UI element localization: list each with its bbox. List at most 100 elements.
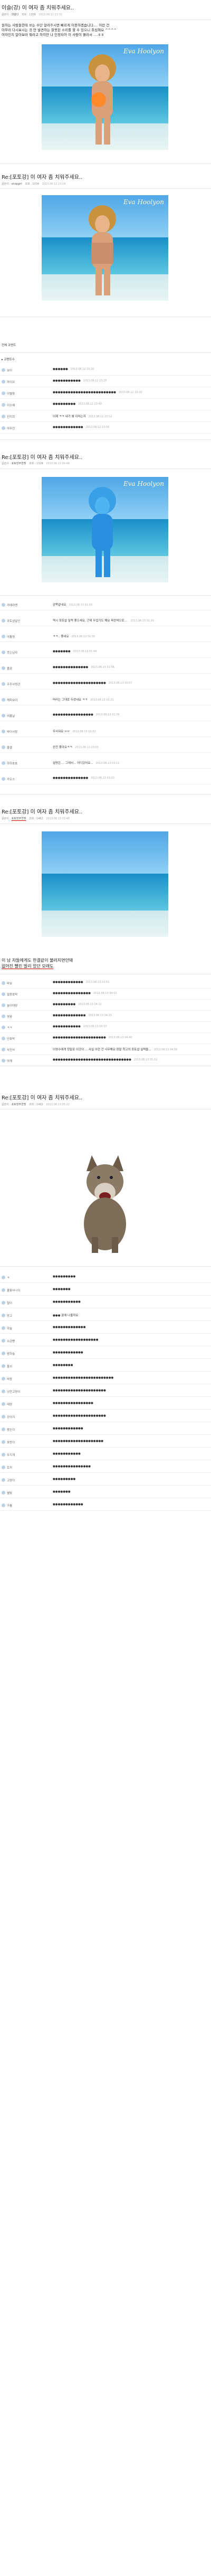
user-badge-icon [2,1453,5,1457]
user-badge-icon [2,1288,5,1292]
comment-user[interactable]: 불꽃사나이 [7,1288,20,1292]
user-badge-icon [2,1402,5,1406]
comment-user[interactable]: 호랑이 [7,1440,15,1444]
comment-user[interactable]: 보이 [7,368,12,372]
comment-date: 2013.08.13 02:52 [72,730,96,733]
reply-author[interactable]: 포토망주연맹 [12,817,26,820]
comments-sort[interactable]: ▸ 코멘트수 [2,357,15,361]
comment-user[interactable]: 밤하늘 [7,1352,15,1356]
comment-user[interactable]: 망고 [7,1314,12,1318]
comment-row: 카오스 ●●●●●●●●●●●●●● 2013.08.13 03:20 [0,773,211,784]
comment-user[interactable]: 놀이대장 [7,1003,17,1008]
reply-meta: 글쓴이 : 포토망주연맹 조회 : 1328 2013.08.13 00:48 [2,462,70,465]
comment-user[interactable]: ㅋㅋ [7,1026,12,1030]
comment-user[interactable]: 웃는남자 [7,650,17,655]
post-body-line: 여자인지 알아보라 뭐라고 하지만 나 인정되어 이 사람이 몰라서 ....ㅎ… [2,33,104,37]
reply-title[interactable]: Re:[포토강] 이 여자 좀 치워주세요.. [2,1093,82,1101]
comment-body: ●●●●●●● [53,650,71,653]
divider [0,188,211,189]
comment-user[interactable]: 카오스 [7,777,15,781]
comment-user[interactable]: 바람 [7,1377,12,1381]
comment-user[interactable]: 여름날 [7,714,15,718]
comment-user[interactable]: 하늘 [7,1326,12,1330]
reply-title[interactable]: Re:[포토강] 이 여자 좀 치워주세요.. [2,453,82,461]
comment-text: ●●●●●●●●●●●●●●●●●●●●●●●●● 2013.08.12 23:3… [53,391,142,394]
comment-user[interactable]: 단호박 [7,1037,15,1041]
comment-row: 여름날 ●●●●●●●●●●●●●●●● 2013.08.13 02:39 [0,710,211,721]
comment-text: ●●●●●●●●●●●● [53,1351,83,1354]
divider [0,468,211,469]
comment-user[interactable]: 이별왕 [7,391,15,396]
comments-sort-label[interactable]: 코멘트수 [4,358,15,361]
comment-user[interactable]: 강아지 [7,1415,15,1419]
comment-user[interactable]: 얼짱호박 [7,992,17,997]
user-badge-icon [2,666,5,670]
reply-author[interactable]: 포토망주연맹 [12,462,26,465]
comment-body: ●●●●●●●●●●●● [53,981,83,984]
comment-user[interactable]: 토끼 [7,1466,12,1470]
comment-row: 이소혜 ●●●●●●●●● 2013.08.12 23:40 [0,399,211,410]
comment-user[interactable]: 카메라맨 [7,603,17,607]
comment-user[interactable]: 철이 [7,1301,12,1305]
comment-row: 하늘 ●●●●●●●●●●●●● [0,1322,211,1334]
divider [0,1266,211,1267]
comment-user[interactable]: 물결 [7,745,12,750]
comment-user[interactable]: 하하호호 [7,761,17,765]
post-title[interactable]: 이슬(강) 이 여자 좀 치워주세요.. [2,3,74,11]
comment-text: ●●●●●●●●● [53,1275,75,1278]
comment-date: 2013.08.13 04:50 [154,1048,178,1051]
reply-author[interactable]: shopgirl [12,183,22,186]
comment-user[interactable]: 라이브 [7,380,15,384]
comment-user[interactable]: 아재 [7,1059,12,1063]
comment-user[interactable]: 구름 [7,1504,12,1508]
comment-user[interactable]: 해피보이 [7,698,17,702]
comment-text: ●●●●●●● [53,1288,71,1291]
comment-body: ●●●●●●●●●●●●●● [53,666,89,669]
comment-user[interactable]: 돌쇠 [7,1364,12,1368]
comment-user[interactable]: 무지개 [7,1453,15,1457]
woman-figure-blue [89,487,116,577]
post-author[interactable]: 대충다 [12,13,19,16]
comment-body: ●●●●●●●●●●●●●● [53,777,89,780]
comment-user[interactable]: 영웅 [7,1014,12,1019]
comment-divider [0,768,211,769]
comment-user[interactable]: 불곰 [7,666,12,671]
comment-row: 구름 ●●●●●●●●●●●● [0,1499,211,1511]
comment-user[interactable]: 진지희 [7,415,15,419]
comment-row: 사진사 이영수에게 정말로 이것이 ... 사실 이런 건 너무해요 정말 최고의… [0,1043,211,1055]
comment-user[interactable]: 사진사 [7,1048,15,1052]
reply-views: 조회 : 1328 [28,462,43,465]
comment-text: ●●●●●●●●● 2013.08.12 23:40 [53,403,102,406]
comment-user[interactable]: 별빛 [7,1491,12,1495]
divider [0,595,211,596]
user-badge-icon [2,1415,5,1419]
comment-user[interactable]: ㅋ [7,1276,9,1280]
comment-user[interactable]: 바다사람 [7,730,17,734]
comment-user[interactable]: 우주사령관 [7,682,20,686]
sand [42,911,168,937]
meta-author-label: 글쓴이 : [2,462,11,465]
comment-text: ●●●●●●●●● 2013.08.13 04:11 [53,1003,102,1006]
reply-title[interactable]: Re:[포토강] 이 여자 좀 치워주세요.. [2,173,82,180]
comment-user[interactable]: 이소혜 [7,403,15,407]
user-badge-icon [2,1466,5,1469]
reply-author[interactable]: 포토망주연맹 [12,1103,26,1106]
comment-user[interactable]: 고양이 [7,1478,15,1482]
comment-text: ●●●●●●●●●●●●●●●●●●●●●●●● [53,1376,113,1380]
comment-user[interactable]: 바보 [7,981,12,985]
comment-date: 2013.08.13 02:07 [108,682,132,685]
reply-title[interactable]: Re:[포토강] 이 여자 좀 치워주세요.. [2,807,82,815]
reply-meta: 글쓴이 : 포토망주연맹 조회 : 1462 2013.08.13 03:48 [2,817,70,820]
comment-user[interactable]: 야무진 [7,426,15,430]
comment-body: ●●●●●●●●●●● [53,1300,81,1304]
comments-header: 전체 코멘트 [2,344,16,347]
comment-divider [0,1396,211,1397]
comment-user[interactable]: 야통령 [7,635,15,639]
comment-user[interactable]: 낭만고양이 [7,1390,20,1394]
comment-user[interactable]: 왕눈이 [7,1428,15,1432]
comment-row: 라이브 ●●●●●●●●●●● 2013.08.12 23:25 [0,376,211,387]
comment-user[interactable]: 소금빵 [7,1339,15,1343]
comment-body: 머리는 그대로 두셨네요 ㅋㅋ [53,698,88,702]
comment-user[interactable]: 포토샵달인 [7,619,20,623]
comment-user[interactable]: 태양 [7,1402,12,1406]
